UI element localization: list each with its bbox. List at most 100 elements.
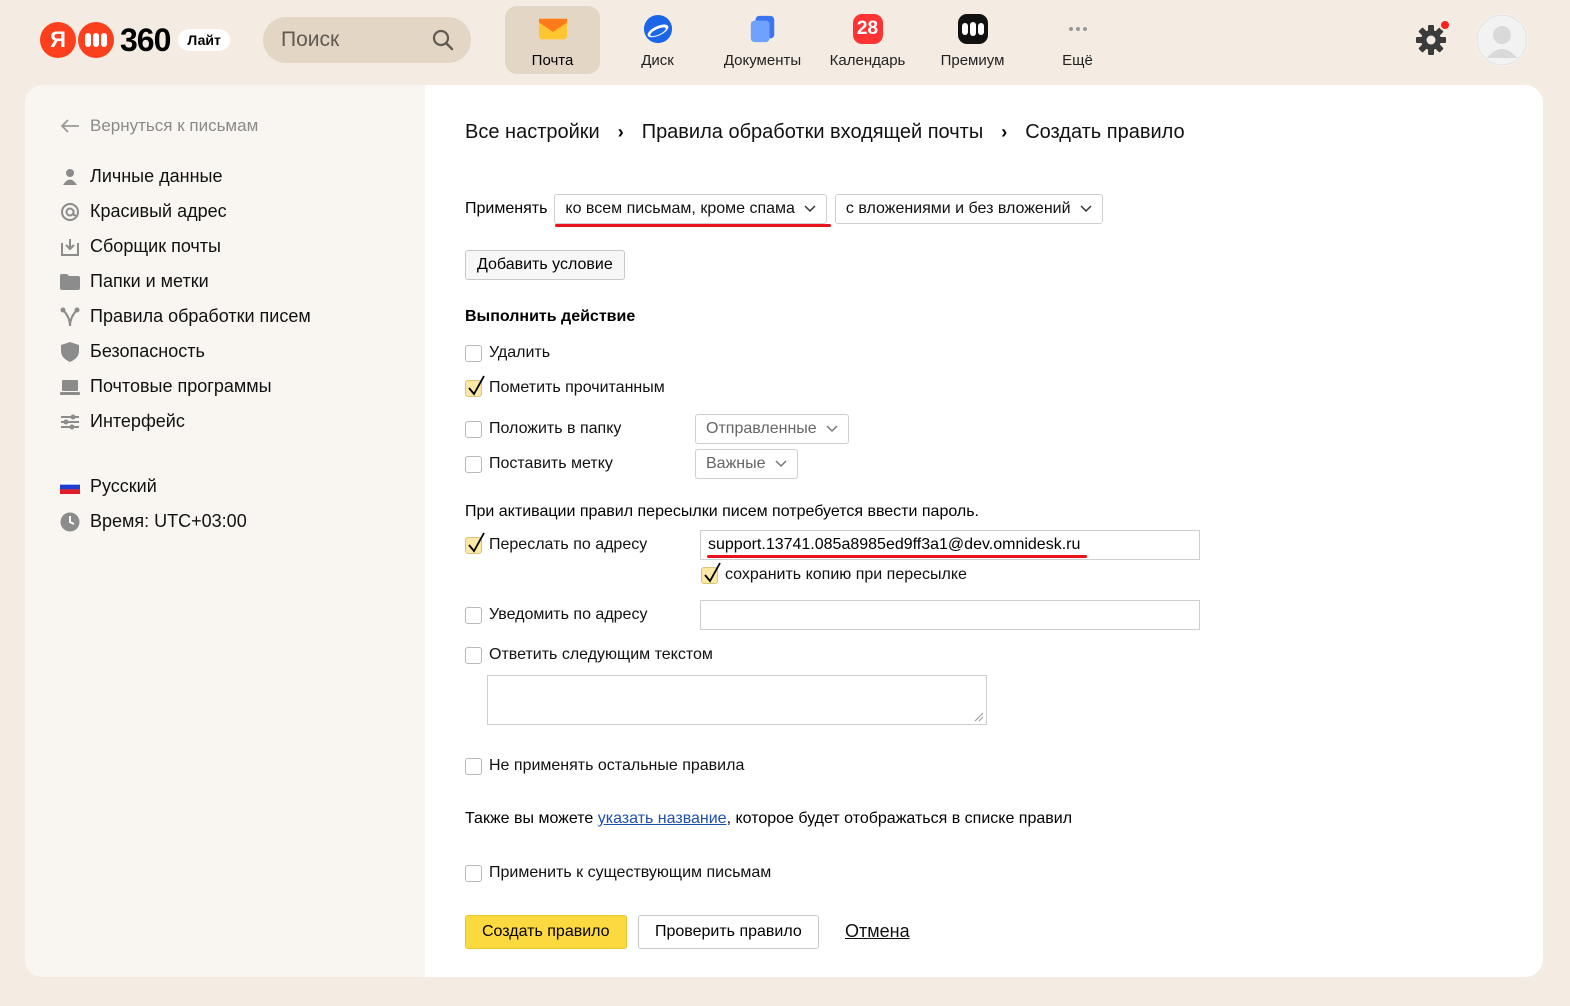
keep-copy-row: сохранить копию при пересылке xyxy=(701,562,967,584)
hint-text-before: Также вы можете xyxy=(465,810,598,827)
notification-dot xyxy=(1439,19,1451,31)
breadcrumb-create-rule: Создать правило xyxy=(1025,121,1185,143)
checkmark-icon xyxy=(704,562,721,583)
no-other-rules-label[interactable]: Не применять остальные правила xyxy=(489,757,744,775)
service-mail[interactable]: Почта xyxy=(505,6,600,74)
language-selector[interactable]: Русский xyxy=(60,476,157,497)
service-label: Премиум xyxy=(940,52,1005,69)
service-documents[interactable]: Документы xyxy=(715,6,810,74)
language-label: Русский xyxy=(90,476,157,496)
apply-existing-checkbox[interactable] xyxy=(465,864,482,882)
premium-icon xyxy=(957,14,988,44)
add-condition-button[interactable]: Добавить условие xyxy=(465,250,625,280)
forward-label[interactable]: Переслать по адресу xyxy=(489,536,647,554)
sidebar-item-rules[interactable]: Правила обработки писем xyxy=(60,306,311,327)
timezone-selector[interactable]: Время: UTC+03:00 xyxy=(60,511,247,532)
highlight-underline xyxy=(707,555,1087,558)
yandex-360-logo[interactable]: Я 360 Лайт xyxy=(40,22,230,58)
sidebar-item-label: Почтовые программы xyxy=(90,376,272,396)
checkmark-icon xyxy=(468,375,485,396)
set-label-checkbox[interactable] xyxy=(465,455,482,473)
reply-label[interactable]: Ответить следующим текстом xyxy=(489,646,713,664)
apply-attachments-select[interactable]: с вложениями и без вложений xyxy=(834,194,1103,224)
notify-address-input[interactable] xyxy=(700,600,1200,630)
apply-scope-select[interactable]: ко всем письмам, кроме спама xyxy=(554,194,827,224)
apply-existing-label[interactable]: Применить к существующим письмам xyxy=(489,864,771,882)
service-label: Календарь xyxy=(829,52,906,69)
apply-row: Применять ко всем письмам, кроме спама с… xyxy=(465,194,1103,224)
inbox-download-icon xyxy=(60,237,80,257)
forward-checkbox[interactable] xyxy=(465,532,485,554)
service-disk[interactable]: Диск xyxy=(610,6,705,74)
set-label-label[interactable]: Поставить метку xyxy=(489,455,695,473)
cancel-link[interactable]: Отмена xyxy=(845,921,910,942)
settings-card: Вернуться к письмам Личные данные Красив… xyxy=(25,85,1543,977)
yandex-ya-icon: Я xyxy=(40,22,76,58)
create-rule-button[interactable]: Создать правило xyxy=(465,915,627,949)
service-calendar[interactable]: 28 Календарь xyxy=(820,6,915,74)
notify-label[interactable]: Уведомить по адресу xyxy=(489,606,647,624)
move-folder-checkbox[interactable] xyxy=(465,420,482,438)
keep-copy-label[interactable]: сохранить копию при пересылке xyxy=(725,566,967,584)
label-select[interactable]: Важные xyxy=(695,449,798,479)
clock-icon xyxy=(60,512,80,532)
sidebar-item-security[interactable]: Безопасность xyxy=(60,341,205,362)
chevron-right-icon: › xyxy=(1001,122,1008,142)
back-to-mail-link[interactable]: Вернуться к письмам xyxy=(60,116,258,136)
highlight-underline xyxy=(555,224,831,227)
apply-label: Применять xyxy=(465,200,548,217)
logo-text: 360 xyxy=(120,21,171,58)
sliders-icon xyxy=(60,412,80,432)
chevron-down-icon xyxy=(1080,205,1092,213)
delete-label[interactable]: Удалить xyxy=(489,344,550,362)
search-icon[interactable] xyxy=(431,28,455,52)
notify-checkbox[interactable] xyxy=(465,606,482,624)
action-mark-read: Пометить прочитанным xyxy=(465,375,665,397)
sidebar-item-folders[interactable]: Папки и метки xyxy=(60,271,209,292)
mark-read-checkbox[interactable] xyxy=(465,375,485,397)
sidebar-item-beautiful-address[interactable]: Красивый адрес xyxy=(60,201,227,222)
timezone-label: Время: UTC+03:00 xyxy=(90,511,247,531)
sidebar-item-interface[interactable]: Интерфейс xyxy=(60,411,185,432)
russia-flag-icon xyxy=(60,477,80,497)
calendar-day: 28 xyxy=(856,18,879,39)
reply-textarea[interactable] xyxy=(487,675,987,725)
action-move-folder: Положить в папку Отправленные xyxy=(465,414,849,444)
keep-copy-checkbox[interactable] xyxy=(701,562,721,584)
breadcrumb-incoming-rules[interactable]: Правила обработки входящей почты xyxy=(642,121,984,144)
user-silhouette-icon xyxy=(1476,14,1528,66)
check-rule-button[interactable]: Проверить правило xyxy=(638,915,819,949)
sidebar-item-mail-clients[interactable]: Почтовые программы xyxy=(60,376,272,397)
sidebar-item-personal[interactable]: Личные данные xyxy=(60,166,222,187)
resize-grip-icon[interactable] xyxy=(974,712,984,722)
forward-address-value: support.13741.085a8985ed9ff3a1@dev.omnid… xyxy=(708,536,1081,553)
sidebar-item-mail-collector[interactable]: Сборщик почты xyxy=(60,236,221,257)
filter-rules-icon xyxy=(60,307,80,327)
sidebar-item-label: Сборщик почты xyxy=(90,236,221,256)
add-condition-row: Добавить условие xyxy=(465,250,625,280)
disk-icon xyxy=(643,14,673,44)
avatar[interactable] xyxy=(1476,14,1528,66)
service-premium[interactable]: Премиум xyxy=(925,6,1020,74)
person-icon xyxy=(60,167,80,187)
apply-attachments-value: с вложениями и без вложений xyxy=(845,200,1071,217)
sidebar-item-label: Папки и метки xyxy=(90,271,209,291)
apply-scope-value: ко всем письмам, кроме спама xyxy=(565,200,795,217)
reply-checkbox[interactable] xyxy=(465,646,482,664)
action-set-label: Поставить метку Важные xyxy=(465,449,798,479)
chevron-down-icon xyxy=(826,425,838,433)
folder-select[interactable]: Отправленные xyxy=(695,414,849,444)
set-name-link[interactable]: указать название xyxy=(598,810,727,828)
search-input[interactable]: Поиск xyxy=(263,17,471,63)
service-more[interactable]: Ещё xyxy=(1030,6,1125,74)
chevron-down-icon xyxy=(774,460,787,468)
mark-read-label[interactable]: Пометить прочитанным xyxy=(489,379,665,397)
breadcrumb-all-settings[interactable]: Все настройки xyxy=(465,121,600,144)
chevron-right-icon: › xyxy=(617,122,624,142)
delete-checkbox[interactable] xyxy=(465,344,482,362)
move-folder-label[interactable]: Положить в папку xyxy=(489,420,695,438)
no-other-rules-checkbox[interactable] xyxy=(465,757,482,775)
folder-icon xyxy=(60,272,80,292)
sidebar-item-label: Безопасность xyxy=(90,341,205,361)
search-placeholder: Поиск xyxy=(281,28,340,51)
